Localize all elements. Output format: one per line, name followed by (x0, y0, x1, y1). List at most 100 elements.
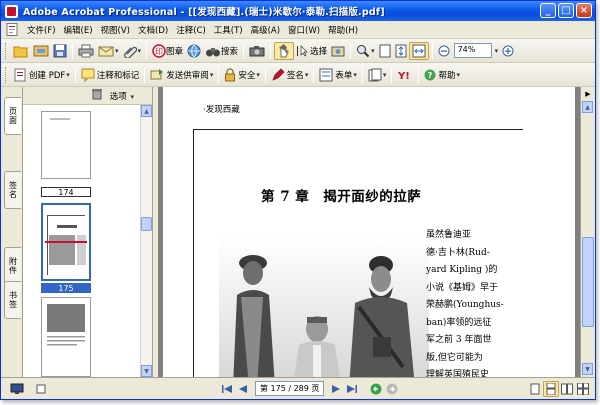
snapshot-button[interactable] (247, 42, 267, 60)
stamp-button[interactable]: 印 图章 (150, 42, 185, 60)
minimize-button[interactable]: _ (540, 3, 556, 18)
continuous-facing-view-button[interactable] (575, 381, 591, 397)
scrollbar-thumb[interactable] (582, 237, 594, 327)
thumbnail-scrollbar[interactable]: ▲ ▼ (140, 105, 152, 377)
last-page-button[interactable] (344, 381, 360, 397)
fit-width-button[interactable] (408, 41, 429, 60)
tab-signatures[interactable]: 签名 (4, 171, 21, 209)
continuous-facing-icon (577, 382, 589, 395)
scroll-up-arrow[interactable]: ▲ (141, 105, 152, 117)
zoom-tool-button[interactable]: ▾ (354, 42, 377, 60)
menu-view[interactable]: 视图(V) (97, 24, 134, 36)
send-review-label: 发送供审阅 (166, 70, 209, 81)
single-page-view-button[interactable] (527, 381, 543, 397)
print-button[interactable] (76, 42, 96, 60)
toolbar-grip[interactable] (5, 66, 8, 83)
page-size-icon (36, 384, 46, 393)
tab-attachments[interactable]: 附件 (4, 247, 21, 285)
snapshot-tool-button[interactable] (329, 42, 347, 60)
document-scrollbar[interactable]: ▶ ▲ ▼ (580, 87, 595, 377)
page-number-field[interactable]: 第 175 / 289 页 (255, 381, 325, 396)
comment-markup-button[interactable]: 注释和标记 (79, 66, 142, 84)
title-bar[interactable]: Adobe Acrobat Professional - [[发现西藏].(瑞士… (1, 1, 595, 21)
back-arrow-icon (370, 383, 382, 394)
options-menu[interactable]: 选项 ▾ (110, 90, 134, 102)
document-options-arrow[interactable]: ▶ (581, 87, 595, 101)
document-view[interactable]: ·发现西藏 第 7 章 揭开面纱的拉萨 虽然鲁迪亚 德·吉卜林(Rud- yar… (158, 87, 580, 377)
scrollbar-thumb[interactable] (141, 217, 152, 231)
blank-page-preview (50, 118, 70, 120)
restore-button[interactable]: □ (558, 3, 574, 18)
sign-button[interactable]: 签名 ▾ (269, 66, 311, 84)
scroll-down-arrow[interactable]: ▼ (582, 363, 593, 375)
menu-file[interactable]: 文件(F) (23, 24, 60, 36)
forms-button[interactable]: 表单 ▾ (317, 66, 359, 84)
search-button[interactable]: 搜索 (203, 42, 240, 60)
menu-advanced[interactable]: 高级(A) (247, 24, 284, 36)
tab-pages[interactable]: 页面 (4, 97, 21, 135)
file-toolbar: ▾ ▾ 印 图章 搜索 选择 ▾ 74% ▾ (1, 39, 595, 63)
toolbar-grip[interactable] (5, 42, 8, 59)
menu-edit[interactable]: 编辑(E) (60, 24, 97, 36)
fit-width-icon (412, 44, 426, 57)
first-page-button[interactable] (219, 381, 235, 397)
acrobat-window: Adobe Acrobat Professional - [[发现西藏].(瑞士… (0, 0, 596, 400)
next-page-button[interactable] (328, 381, 344, 397)
organizer-button[interactable] (31, 42, 51, 60)
open-button[interactable] (11, 42, 31, 60)
menu-document[interactable]: 文档(D) (134, 24, 172, 36)
snapshot-icon (331, 46, 345, 56)
select-tool-button[interactable]: 选择 (294, 42, 329, 60)
page-size-button[interactable] (33, 381, 49, 397)
secure-button[interactable]: 安全 ▾ (222, 66, 262, 84)
document-menu-icon[interactable] (5, 23, 19, 37)
open-folder-icon (13, 46, 28, 57)
menu-comments[interactable]: 注释(C) (172, 24, 210, 36)
page-thumbnail[interactable] (41, 297, 91, 377)
send-review-button[interactable]: 发送供审阅 ▾ (148, 66, 215, 84)
save-button[interactable] (51, 42, 69, 60)
pdf-page: ·发现西藏 第 7 章 揭开面纱的拉萨 虽然鲁迪亚 德·吉卜林(Rud- yar… (163, 87, 575, 377)
help-button[interactable]: ? 帮助 ▾ (422, 66, 462, 84)
create-pdf-icon (14, 68, 26, 81)
actual-size-button[interactable] (377, 42, 393, 60)
facing-view-button[interactable] (559, 381, 575, 397)
stamp-label: 图章 (166, 46, 184, 57)
yahoo-toolbar-button[interactable]: Y! (395, 66, 415, 84)
window-controls: _ □ × (540, 3, 592, 18)
fit-page-button[interactable] (393, 42, 409, 60)
forward-arrow-icon (386, 383, 398, 394)
hand-tool-button[interactable] (274, 41, 295, 60)
menu-help[interactable]: 帮助(H) (324, 24, 362, 36)
acrobat-app-icon[interactable] (5, 4, 18, 18)
tab-bookmarks[interactable]: 书签 (4, 281, 21, 319)
email-button[interactable]: ▾ (96, 42, 121, 60)
previous-view-button[interactable] (368, 381, 384, 397)
help-icon: ? (424, 69, 436, 80)
delete-page-button[interactable] (91, 88, 102, 103)
previous-page-icon (239, 384, 247, 393)
continuous-view-button[interactable] (543, 380, 559, 397)
zoom-dropdown-button[interactable]: ▾ (492, 42, 501, 60)
close-button[interactable]: × (576, 3, 592, 18)
web-search-button[interactable] (185, 42, 203, 60)
chevron-down-icon: ▾ (456, 70, 460, 79)
create-pdf-button[interactable]: 创建 PDF ▾ (11, 66, 72, 84)
scroll-up-arrow[interactable]: ▲ (582, 101, 593, 113)
menu-tools[interactable]: 工具(T) (210, 24, 247, 36)
zoom-out-button[interactable] (436, 42, 452, 60)
scroll-down-arrow[interactable]: ▼ (141, 365, 152, 377)
status-bar: 第 175 / 289 页 (1, 377, 595, 399)
hide-navigation-button[interactable] (9, 381, 25, 397)
attach-button[interactable]: ▾ (121, 42, 144, 60)
zoom-level-input[interactable]: 74% (453, 43, 492, 58)
page-layout-button[interactable]: ▾ (366, 66, 389, 84)
previous-page-button[interactable] (235, 381, 251, 397)
comment-icon (81, 68, 95, 82)
historical-photograph (219, 237, 429, 377)
menu-window[interactable]: 窗口(W) (284, 24, 324, 36)
page-thumbnail[interactable] (41, 111, 91, 179)
page-thumbnail-selected[interactable] (41, 203, 91, 281)
next-view-button[interactable] (384, 381, 400, 397)
zoom-in-button[interactable] (500, 42, 516, 60)
